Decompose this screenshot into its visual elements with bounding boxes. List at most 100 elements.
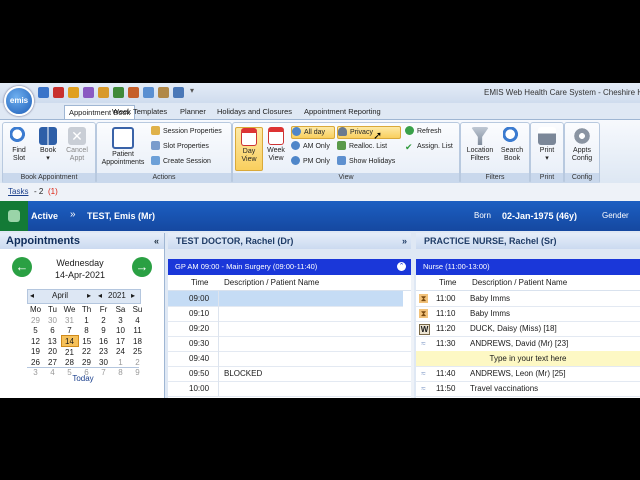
doctor-slot-row[interactable]: 09:10: [168, 306, 411, 322]
tab-planner[interactable]: Planner: [176, 105, 210, 119]
calendar-day[interactable]: 22: [78, 347, 95, 358]
location-filters-button[interactable]: Location Filters: [463, 127, 497, 163]
show-holidays-button[interactable]: Show Holidays: [337, 156, 395, 167]
calendar-month[interactable]: April: [52, 291, 68, 300]
doctor-slot-row[interactable]: 09:40: [168, 351, 411, 367]
column-splitter[interactable]: [411, 275, 414, 398]
doctor-slot-row[interactable]: 09:30: [168, 336, 411, 352]
next-year-icon[interactable]: ▸: [131, 291, 135, 300]
calendar-day[interactable]: 29: [27, 315, 44, 325]
nurse-session-bar[interactable]: Nurse (11:00-13:00): [416, 259, 640, 275]
tab-week-templates[interactable]: Week Templates: [108, 105, 171, 119]
prev-month-icon[interactable]: ◂: [30, 291, 34, 300]
pm-only-button[interactable]: PM Only: [291, 156, 330, 167]
appts-config-button[interactable]: Appts Config: [567, 127, 597, 163]
calendar-day[interactable]: 2: [129, 357, 146, 367]
doctor-slot-row[interactable]: 10:00: [168, 381, 411, 397]
tab-holidays-and-closures[interactable]: Holidays and Closures: [213, 105, 296, 119]
document-icon[interactable]: [173, 87, 184, 98]
day-view-button[interactable]: Day View: [235, 127, 263, 171]
calendar-day[interactable]: 28: [61, 357, 78, 367]
calendar-day[interactable]: 27: [44, 357, 61, 367]
calendar-day[interactable]: 21: [61, 347, 78, 358]
calendar-day[interactable]: 7: [61, 325, 78, 336]
calendar-day[interactable]: 20: [44, 347, 61, 358]
calendar-day[interactable]: 1: [78, 315, 95, 325]
calendar-day-selected[interactable]: 14: [60, 335, 79, 347]
calendar-day[interactable]: 17: [112, 336, 129, 347]
expand-chevron-icon[interactable]: »: [70, 209, 76, 220]
slot-properties-button[interactable]: Slot Properties: [151, 141, 209, 152]
calendar-day[interactable]: 2: [95, 315, 112, 325]
calendar-day[interactable]: 8: [78, 325, 95, 336]
previous-day-arrow-icon[interactable]: ←: [12, 257, 32, 277]
key-icon[interactable]: [98, 87, 109, 98]
privacy-button[interactable]: Privacy: [337, 126, 401, 139]
print-button[interactable]: Print ▾: [533, 127, 561, 163]
back-icon[interactable]: [38, 87, 49, 98]
calendar-day[interactable]: 24: [112, 347, 129, 358]
calendar-day[interactable]: 18: [129, 336, 146, 347]
calendar-day[interactable]: 31: [61, 315, 78, 325]
nurse-slot-row[interactable]: ⧗ 11:10 Baby Imms: [416, 306, 640, 322]
doctor-session-bar[interactable]: GP AM 09:00 - Main Surgery (09:00-11:40)…: [168, 259, 411, 275]
calendar-day[interactable]: 4: [129, 315, 146, 325]
home-icon[interactable]: [53, 87, 64, 98]
note-row[interactable]: Type in your text here: [416, 351, 640, 367]
all-day-button[interactable]: All day: [291, 126, 335, 139]
calendar-day[interactable]: 19: [27, 347, 44, 358]
notes-icon[interactable]: [128, 87, 139, 98]
nurse-slot-row[interactable]: ≈11:50 Travel vaccinations: [416, 381, 640, 397]
collapse-panel-icon[interactable]: «: [154, 233, 159, 249]
calendar-day[interactable]: 25: [129, 347, 146, 358]
calendar-day[interactable]: 11: [129, 325, 146, 336]
pencil-icon[interactable]: [68, 87, 79, 98]
calendar-day[interactable]: 30: [44, 315, 61, 325]
find-slot-button[interactable]: Find Slot: [6, 127, 32, 163]
tasks-link[interactable]: Tasks: [8, 187, 28, 196]
emis-logo[interactable]: emis: [4, 86, 34, 116]
cancel-appt-button[interactable]: ✕ Cancel Appt: [63, 127, 91, 163]
calendar-day[interactable]: 15: [78, 336, 95, 347]
week-view-button[interactable]: Week View: [263, 127, 289, 163]
refresh-button[interactable]: Refresh: [405, 126, 442, 137]
tab-appointment-reporting[interactable]: Appointment Reporting: [300, 105, 385, 119]
search-book-button[interactable]: Search Book: [497, 127, 527, 163]
doctor-slot-row[interactable]: 09:20: [168, 321, 411, 337]
calendar-day[interactable]: 10: [112, 325, 129, 336]
quick-access-dropdown-icon[interactable]: ▾: [190, 86, 194, 95]
am-only-button[interactable]: AM Only: [291, 141, 330, 152]
realloc-list-button[interactable]: Realloc. List: [337, 141, 387, 152]
calendar-day[interactable]: 29: [78, 357, 95, 367]
patient-appointments-button[interactable]: Patient Appointments: [99, 127, 147, 167]
calendar-day[interactable]: 5: [27, 325, 44, 336]
wrench-icon[interactable]: [158, 87, 169, 98]
today-link[interactable]: Today: [27, 374, 139, 383]
next-day-arrow-icon[interactable]: →: [132, 257, 152, 277]
nurse-slot-row[interactable]: ⧗ 11:00 Baby Imms: [416, 291, 640, 307]
nurse-slot-row[interactable]: W 11:20 DUCK, Daisy (Miss) [18]: [416, 321, 640, 337]
people-icon[interactable]: [113, 87, 124, 98]
collapse-session-icon[interactable]: ⌃: [397, 262, 406, 271]
cart-icon[interactable]: [143, 87, 154, 98]
prev-year-icon[interactable]: ◂: [98, 291, 102, 300]
calendar-day[interactable]: 13: [44, 336, 61, 347]
calendar-day[interactable]: 23: [95, 347, 112, 358]
doctor-slot-row[interactable]: 09:00: [168, 291, 403, 307]
calendar-day[interactable]: 3: [112, 315, 129, 325]
next-month-icon[interactable]: ▸: [87, 291, 91, 300]
create-session-button[interactable]: Create Session: [151, 156, 211, 167]
nurse-slot-row[interactable]: ≈11:30 ANDREWS, David (Mr) [23]: [416, 336, 640, 352]
calendar-day[interactable]: 1: [112, 357, 129, 367]
calendar-day[interactable]: 9: [95, 325, 112, 336]
assign-list-button[interactable]: ✔ Assign. List: [405, 141, 453, 152]
calendar-day[interactable]: 26: [27, 357, 44, 367]
user-icon[interactable]: [83, 87, 94, 98]
doctor-column-expand-icon[interactable]: »: [402, 233, 407, 249]
session-properties-button[interactable]: Session Properties: [151, 126, 222, 137]
calendar-day[interactable]: 12: [27, 336, 44, 347]
calendar-day[interactable]: 6: [44, 325, 61, 336]
calendar-year[interactable]: 2021: [108, 291, 126, 300]
calendar-day[interactable]: 16: [95, 336, 112, 347]
patient-icon-box[interactable]: [0, 201, 28, 231]
